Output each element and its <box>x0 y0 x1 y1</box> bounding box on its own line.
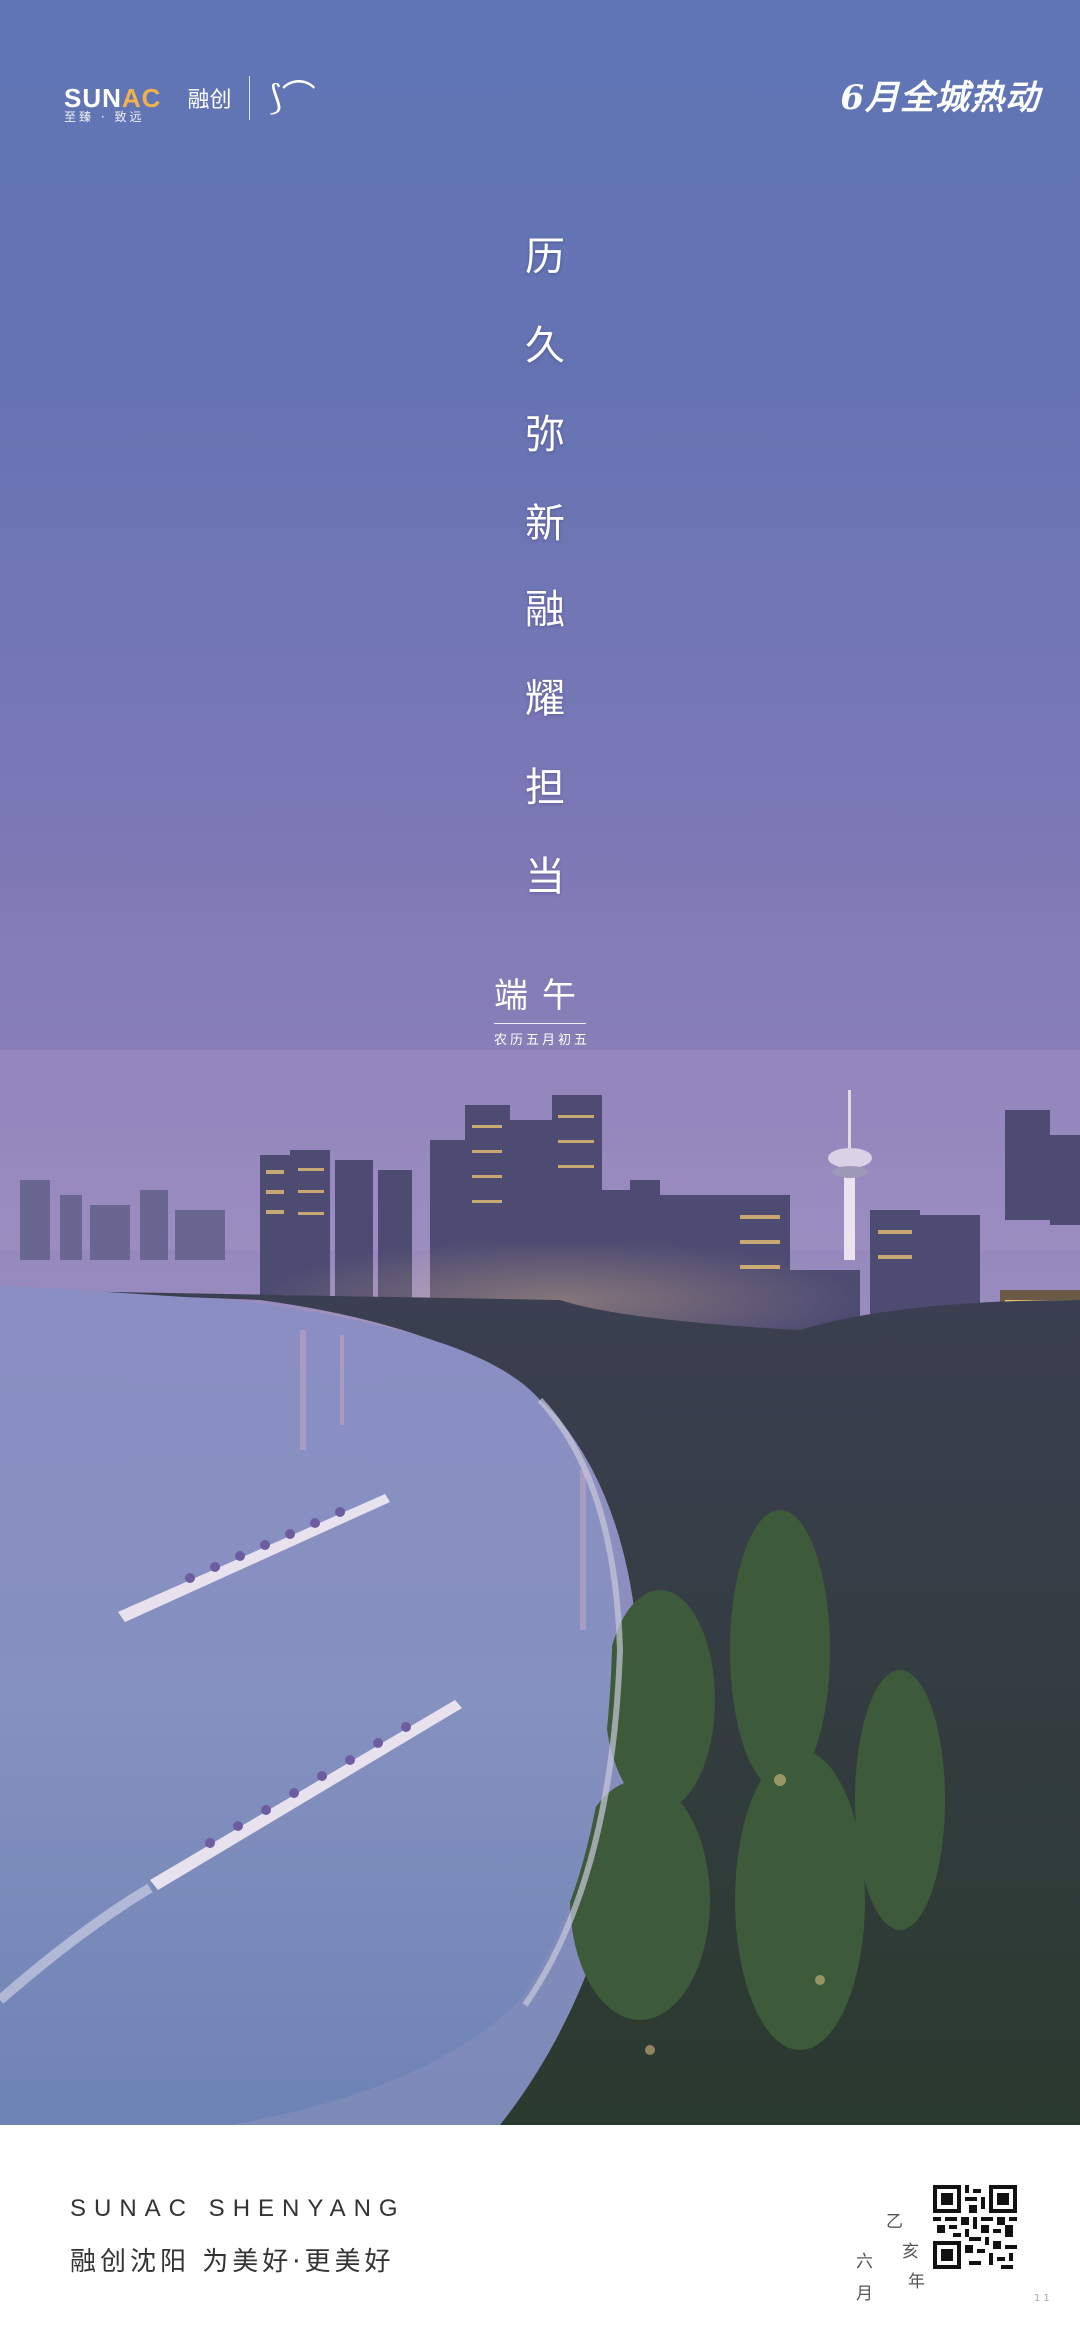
festival-name: 端午 <box>494 976 590 1016</box>
page-mark: 11 <box>1034 2293 1053 2304</box>
brand-cn: 融创 <box>187 88 232 113</box>
brand-divider <box>249 76 251 120</box>
date-char-a: 乙 <box>886 2212 903 2232</box>
date-block: 乙 亥 年 六 月 <box>850 2207 930 2307</box>
city-river-scene: SUNAC 融创 ⟆⌒ 至臻 · 致远 6月全城热动 历久弥新 融耀担当 端午 … <box>0 0 1080 2125</box>
date-char-b: 亥 <box>902 2242 919 2262</box>
event-text: 6月全城热动 <box>840 78 1040 118</box>
brand-slogan: 至臻 · 致远 <box>64 110 145 124</box>
poster: SUNAC 融创 ⟆⌒ 至臻 · 致远 6月全城热动 历久弥新 融耀担当 端午 … <box>0 0 1080 2342</box>
qr-code-icon <box>933 2185 1017 2269</box>
footer: SUNAC SHENYANG 融创沈阳 为美好·更美好 乙 亥 年 六 月 11 <box>0 2125 1080 2342</box>
lunar-date: 农历五月初五 <box>494 1033 591 1048</box>
footer-en-title: SUNAC SHENYANG <box>70 2195 406 2222</box>
headline-line-1: 历久弥新 <box>525 234 565 547</box>
festival-divider <box>494 1023 586 1024</box>
date-char-e: 月 <box>856 2284 873 2304</box>
footer-cn-title: 融创沈阳 为美好·更美好 <box>70 2247 395 2277</box>
project-logo-icon: ⟆⌒ <box>268 78 316 118</box>
brand-logo: SUNAC 融创 ⟆⌒ 至臻 · 致远 <box>64 76 316 124</box>
date-char-d: 六 <box>856 2252 873 2272</box>
date-char-c: 年 <box>908 2272 925 2292</box>
headline-line-2: 融耀担当 <box>525 587 565 900</box>
